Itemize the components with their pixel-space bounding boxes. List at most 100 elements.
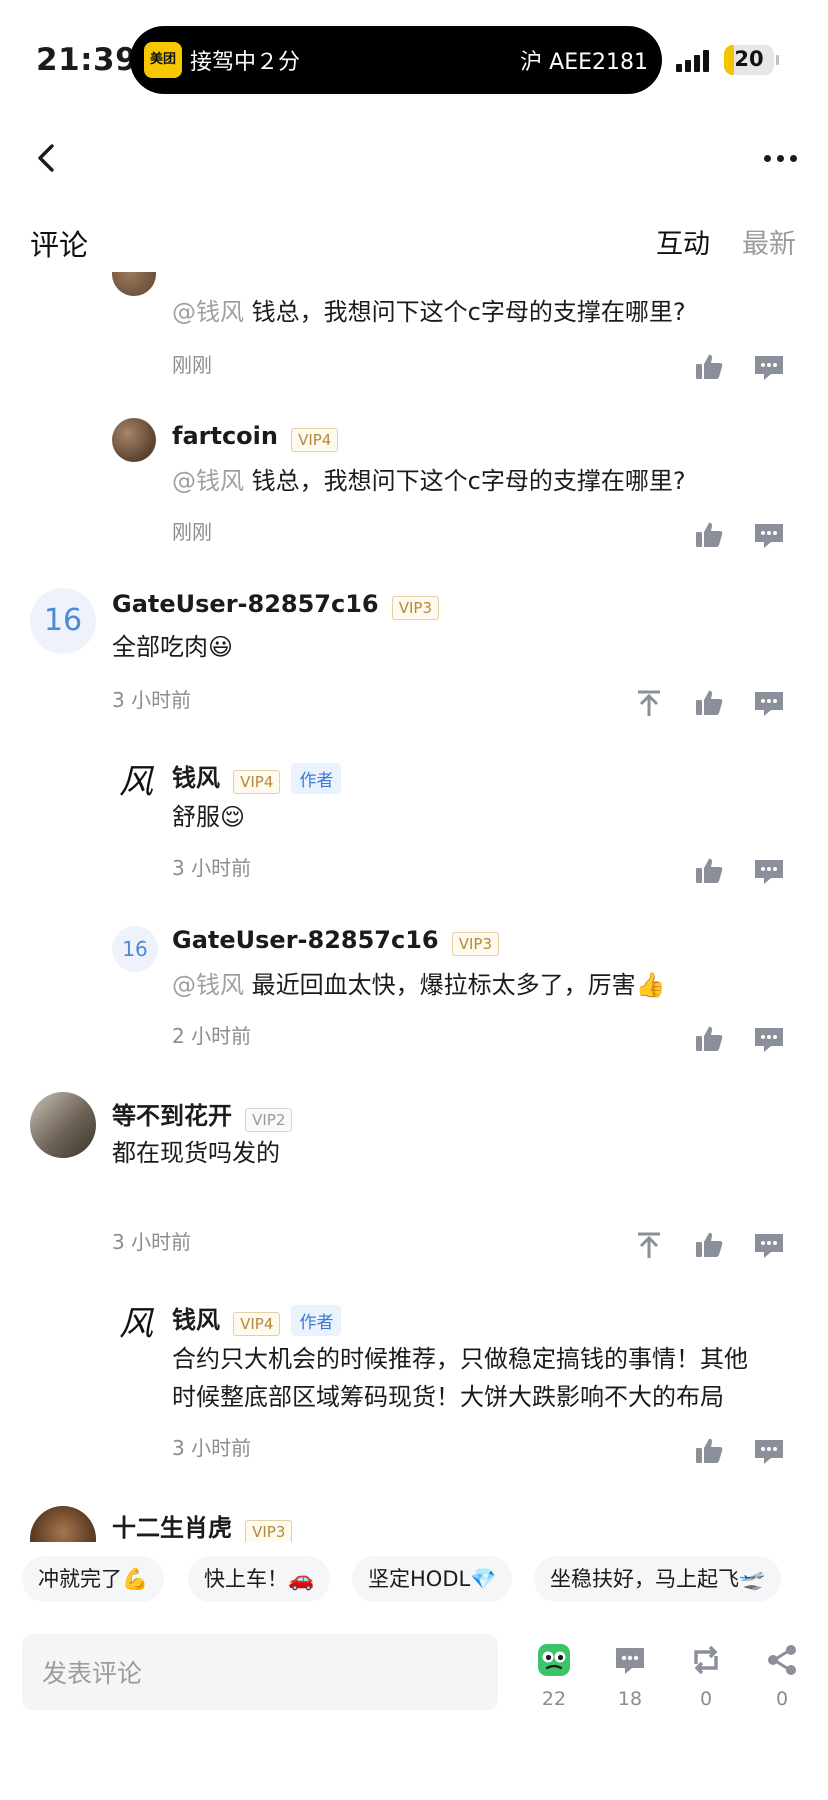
avatar[interactable]: 16 — [30, 588, 96, 654]
avatar[interactable]: 风 — [112, 1300, 160, 1348]
comment-text-line: 合约只大机会的时候推荐，只做稳定搞钱的事情！其他 — [172, 1345, 748, 1373]
chevron-left-icon — [38, 144, 54, 172]
reply-button[interactable] — [752, 856, 786, 886]
comment-time: 刚刚 — [172, 520, 212, 544]
username[interactable]: fartcoin — [172, 422, 278, 450]
like-button[interactable] — [692, 520, 726, 550]
vip-badge: VIP2 — [245, 1107, 293, 1132]
username[interactable]: 钱风 — [172, 764, 220, 792]
dynamic-island-ride-status[interactable]: 美团 接驾中２分 沪 AEE2181 — [130, 26, 662, 94]
meituan-logo: 美团 — [144, 42, 182, 78]
avatar[interactable] — [112, 418, 156, 462]
reply-icon — [755, 356, 783, 380]
username[interactable]: 钱风 — [172, 1306, 220, 1334]
comment-text: 合约只大机会的时候推荐，只做稳定搞钱的事情！其他 时候整底部区域筹码现货！大饼大… — [172, 1340, 812, 1416]
reply-icon — [755, 1028, 783, 1052]
avatar[interactable] — [112, 272, 156, 296]
comment-time: 3 小时前 — [172, 1436, 252, 1460]
vip-badge: VIP3 — [451, 931, 499, 956]
comment-time: 刚刚 — [172, 353, 212, 377]
username[interactable]: GateUser-82857c16 — [112, 590, 379, 618]
username[interactable]: 等不到花开 — [112, 1102, 232, 1130]
like-icon — [696, 858, 723, 883]
vip-badge: VIP4 — [233, 1311, 281, 1336]
avatar[interactable] — [30, 1092, 96, 1158]
reply-button[interactable] — [752, 1024, 786, 1054]
quick-reply-chip[interactable]: 冲就完了💪 — [22, 1556, 165, 1602]
avatar[interactable]: 16 — [112, 926, 158, 972]
repost-button[interactable]: 0 — [676, 1642, 736, 1710]
comment-text: @钱风 钱总，我想问下这个c字母的支撑在哪里? — [172, 467, 686, 495]
tab-latest[interactable]: 最新 — [742, 222, 796, 261]
reply-icon — [755, 692, 783, 716]
comment-icon — [616, 1648, 644, 1674]
vip-badge: VIP3 — [245, 1519, 293, 1542]
like-button[interactable] — [692, 1436, 726, 1466]
share-icon — [768, 1645, 796, 1675]
comment-time: 3 小时前 — [112, 688, 192, 712]
comments-title: 评论 — [30, 228, 89, 262]
reply-button[interactable] — [752, 688, 786, 718]
vip-badge: VIP4 — [233, 769, 281, 794]
comment-text: 舒服😌 — [172, 803, 246, 831]
status-time: 21:39 — [36, 42, 138, 78]
reply-button[interactable] — [752, 352, 786, 382]
reply-icon — [755, 524, 783, 548]
comment-input-box[interactable] — [22, 1634, 498, 1712]
comment-count: 18 — [617, 1688, 643, 1710]
battery-level: 20 — [734, 47, 764, 71]
pin-top-icon — [638, 1232, 660, 1258]
ride-status-text: 接驾中２分 — [190, 50, 301, 75]
comment-time: 2 小时前 — [172, 1024, 252, 1048]
mention[interactable]: @钱风 — [172, 298, 244, 326]
back-button[interactable] — [30, 138, 66, 178]
quick-reply-chip[interactable]: 坐稳扶好，马上起飞🛫 — [534, 1556, 782, 1602]
more-options-button[interactable] — [764, 148, 800, 168]
avatar[interactable] — [30, 1506, 96, 1542]
comment-button[interactable]: 18 — [600, 1642, 660, 1710]
like-icon — [696, 690, 723, 715]
reply-button[interactable] — [752, 1230, 786, 1260]
avatar[interactable]: 风 — [112, 758, 160, 806]
pin-top-icon — [638, 690, 660, 716]
username[interactable]: GateUser-82857c16 — [172, 926, 439, 954]
like-button[interactable] — [692, 856, 726, 886]
author-badge: 作者 — [291, 763, 342, 794]
vip-badge: VIP4 — [291, 427, 339, 452]
like-button[interactable] — [692, 1024, 726, 1054]
like-button[interactable] — [692, 1230, 726, 1260]
reply-icon — [755, 1234, 783, 1258]
like-button[interactable] — [692, 352, 726, 382]
comment-text: 全部吃肉😃 — [112, 633, 234, 661]
quick-reply-chip[interactable]: 快上车！🚗 — [188, 1556, 331, 1602]
reaction-button[interactable]: 22 — [524, 1642, 584, 1710]
battery-icon: 20 — [724, 45, 774, 75]
reply-button[interactable] — [752, 1436, 786, 1466]
comment-time: 3 小时前 — [112, 1230, 192, 1254]
comment-text: @钱风 钱总，我想问下这个c字母的支撑在哪里? — [172, 298, 686, 326]
battery-tip — [776, 55, 779, 65]
pin-top-button[interactable] — [632, 688, 666, 718]
comment-text: 都在现货吗发的 — [112, 1139, 280, 1167]
pin-top-button[interactable] — [632, 1230, 666, 1260]
like-icon — [696, 354, 723, 379]
share-button[interactable]: 0 — [752, 1642, 812, 1710]
comment-input[interactable] — [40, 1634, 484, 1712]
tab-interactive[interactable]: 互动 — [656, 222, 710, 261]
quick-reply-chip[interactable]: 坚定HODL💎 — [352, 1556, 513, 1602]
vip-badge: VIP3 — [391, 595, 439, 620]
comment-text-line: 时候整底部区域筹码现货！大饼大跌影响不大的布局 — [172, 1383, 724, 1411]
like-icon — [696, 522, 723, 547]
repost-icon — [694, 1645, 718, 1675]
username[interactable]: 十二生肖虎 — [112, 1514, 232, 1542]
mention[interactable]: @钱风 — [172, 971, 244, 999]
like-icon — [696, 1438, 723, 1463]
like-icon — [696, 1026, 723, 1051]
like-button[interactable] — [692, 688, 726, 718]
mention[interactable]: @钱风 — [172, 467, 244, 495]
license-plate-text: 沪 AEE2181 — [520, 50, 648, 75]
repost-count: 0 — [699, 1688, 713, 1710]
comment-text: @钱风 最近回血太快，爆拉标太多了，厉害👍 — [172, 971, 666, 999]
reply-button[interactable] — [752, 520, 786, 550]
reply-icon — [755, 1440, 783, 1464]
